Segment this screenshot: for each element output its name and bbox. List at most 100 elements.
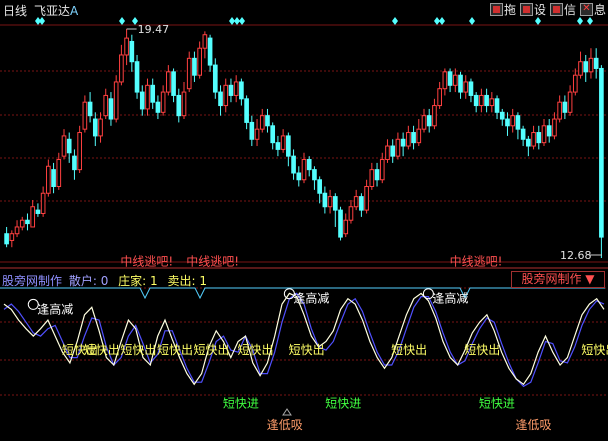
- settings-label: 设: [533, 3, 546, 17]
- indicator-blue-line: [3, 292, 605, 388]
- candle-body: [447, 71, 453, 86]
- info-icon: [549, 3, 563, 16]
- candle-body: [223, 84, 229, 107]
- indicator-select-dropdown[interactable]: 股旁网制作 ▼: [511, 271, 605, 288]
- signal-diamond: [119, 17, 125, 25]
- candle-body: [186, 57, 192, 90]
- info-button[interactable]: 信: [549, 1, 576, 18]
- candle-body: [244, 98, 249, 123]
- toolbar: 拖 设 信 ✕ 息: [489, 1, 606, 18]
- signal-label-short_buy: 短快进: [325, 397, 361, 411]
- candle-body: [312, 169, 317, 181]
- candle-body: [437, 88, 442, 107]
- candle-body: [155, 101, 161, 113]
- signal-label-short_exit: 短快出: [464, 343, 500, 357]
- candle-body: [35, 209, 41, 214]
- high-price-label: 19.47: [138, 23, 170, 36]
- low-price-label: 12.68: [560, 249, 592, 262]
- candle-body: [160, 91, 166, 113]
- candle-body: [541, 125, 547, 144]
- candle-body: [306, 159, 312, 171]
- period-label[interactable]: 日线: [3, 2, 27, 19]
- drag-button[interactable]: 拖: [489, 1, 516, 18]
- candle-body: [87, 101, 93, 117]
- candle-body: [249, 121, 255, 140]
- candle-body: [479, 94, 484, 107]
- candle-body: [452, 74, 458, 86]
- candle-body: [593, 57, 599, 69]
- candle-body: [40, 192, 46, 214]
- candle-body: [332, 196, 338, 211]
- candle-body: [588, 57, 594, 73]
- signal-label-mid_exit: 中线逃吧!: [120, 253, 173, 268]
- signal-label-sell_high: 逢高减: [37, 301, 73, 316]
- signal-diamond: [469, 17, 475, 25]
- candle-body: [98, 118, 103, 137]
- candle-body: [484, 94, 489, 107]
- signal-diamond: [392, 17, 398, 25]
- candle-body: [499, 111, 505, 120]
- candle-body: [473, 94, 479, 107]
- candle-body: [583, 61, 589, 73]
- candle-body: [291, 155, 296, 174]
- candle-body: [113, 81, 119, 120]
- candle-body: [421, 115, 427, 130]
- stock-name-text: 飞亚达: [34, 4, 71, 18]
- candle-body: [364, 186, 369, 211]
- triangle-marker: [282, 408, 292, 416]
- drag-label: 拖: [503, 3, 516, 17]
- candle-body: [166, 71, 171, 93]
- info-panel-label: 息: [593, 3, 606, 17]
- candle-body: [108, 98, 114, 120]
- signal-label-sell_high: 逢高减: [432, 291, 468, 306]
- settings-button[interactable]: 设: [519, 1, 546, 18]
- candle-body: [505, 118, 510, 127]
- candle-body: [103, 94, 109, 117]
- candle-body: [181, 91, 187, 117]
- candle-body: [510, 115, 516, 127]
- candle-body: [92, 118, 98, 137]
- settings-icon: [519, 3, 533, 16]
- candle-body: [197, 47, 202, 76]
- candle-body: [442, 71, 448, 90]
- signal-label-sell_high: 逢高减: [293, 291, 329, 306]
- candle-body: [552, 118, 557, 137]
- candle-body: [228, 84, 234, 96]
- indicator-field-retail: 散户: 0: [68, 274, 109, 288]
- signal-label-short_exit: 短快出: [581, 343, 608, 357]
- candle-body: [515, 115, 521, 130]
- candle-body: [202, 34, 208, 49]
- candle-body: [176, 94, 182, 117]
- candle-body: [239, 81, 244, 100]
- candle-body: [489, 98, 495, 107]
- candle-body: [275, 142, 281, 150]
- signal-label-short_exit: 短快出: [194, 343, 230, 357]
- candle-body: [411, 132, 416, 144]
- candle-body: [150, 84, 156, 103]
- info-panel-button[interactable]: ✕ 息: [579, 1, 606, 18]
- candle-body: [233, 81, 239, 96]
- candle-body: [359, 196, 364, 211]
- candle-body: [218, 91, 223, 107]
- candle-body: [395, 138, 401, 157]
- candle-body: [265, 115, 270, 127]
- candle-body: [374, 169, 380, 181]
- candle-body: [134, 61, 140, 93]
- candle-body: [9, 233, 15, 241]
- candle-body: [416, 128, 422, 144]
- candle-body: [494, 98, 500, 113]
- candle-body: [432, 105, 437, 127]
- candle-body: [51, 169, 56, 188]
- candle-body: [458, 74, 463, 93]
- signal-label-short_exit: 短快出: [120, 343, 156, 357]
- signal-label-mid_exit: 中线逃吧!: [186, 253, 239, 268]
- signal-label-short_buy: 短快进: [223, 397, 259, 411]
- candle-body: [317, 179, 322, 194]
- info-label: 信: [563, 3, 576, 17]
- candle-body: [520, 128, 526, 140]
- candle-body: [46, 165, 51, 194]
- candle-body: [56, 159, 62, 188]
- candle-body: [338, 209, 343, 238]
- candle-body: [353, 196, 359, 208]
- stock-mark: A: [70, 4, 79, 18]
